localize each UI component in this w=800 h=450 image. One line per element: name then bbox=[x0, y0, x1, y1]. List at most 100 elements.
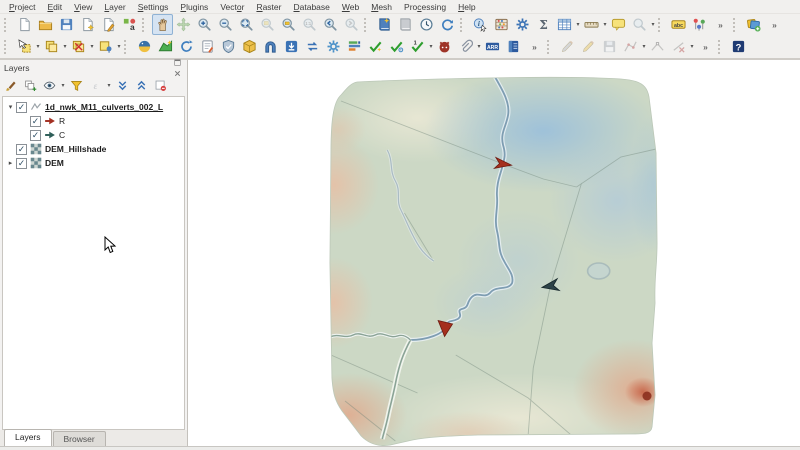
layer-labeling-button[interactable]: abc bbox=[668, 14, 689, 35]
open-layer-styling-button[interactable] bbox=[3, 77, 20, 94]
2d-integrity-check-button[interactable] bbox=[386, 36, 407, 57]
layer-diagram-button[interactable] bbox=[689, 14, 710, 35]
select-by-expression-button[interactable] bbox=[95, 36, 116, 57]
layer-row-1d-nwk-m11-culverts-002-l[interactable]: ▾ ✓ 1d_nwk_M11_culverts_002_L bbox=[3, 100, 184, 114]
layer-row-dem-hillshade[interactable]: ✓ DEM_Hillshade bbox=[3, 142, 184, 156]
python-console-button[interactable] bbox=[134, 36, 155, 57]
manage-map-themes-dropdown[interactable]: ▾ bbox=[60, 82, 66, 89]
show-spatial-bookmarks-button[interactable] bbox=[395, 14, 416, 35]
layer-row-dem[interactable]: ▸ ✓ DEM bbox=[3, 156, 184, 170]
field-calculator-button[interactable] bbox=[491, 14, 512, 35]
layout-manager-button[interactable] bbox=[98, 14, 119, 35]
menu-view[interactable]: View bbox=[69, 1, 97, 13]
menu-project[interactable]: Project bbox=[4, 1, 40, 13]
toolbar-handle[interactable] bbox=[124, 39, 131, 54]
layer-label[interactable]: 1d_nwk_M11_culverts_002_L bbox=[45, 102, 163, 112]
package-model-button[interactable] bbox=[239, 36, 260, 57]
filter-by-expression-dropdown[interactable]: ▾ bbox=[106, 82, 112, 89]
toolbar-handle[interactable] bbox=[4, 39, 11, 54]
measure-line-button[interactable] bbox=[581, 14, 602, 35]
increment-selected-layer-button[interactable] bbox=[155, 36, 176, 57]
style-manager-button[interactable]: a bbox=[119, 14, 140, 35]
load-tuflow-results-button[interactable] bbox=[281, 36, 302, 57]
toolbar-handle[interactable] bbox=[547, 39, 554, 54]
statistical-summary-button[interactable]: Σ bbox=[533, 14, 554, 35]
collapse-all-button[interactable] bbox=[133, 77, 150, 94]
select-features-button[interactable] bbox=[14, 36, 35, 57]
remove-layer-button[interactable] bbox=[152, 77, 169, 94]
select-by-expression-dropdown[interactable]: ▾ bbox=[116, 43, 122, 50]
toolbar-handle[interactable] bbox=[658, 17, 665, 32]
panel-tab-browser[interactable]: Browser bbox=[52, 431, 106, 446]
toolbar-overflow-1[interactable]: » bbox=[710, 14, 731, 35]
layer-row-c[interactable]: ✓ C bbox=[3, 128, 184, 142]
zoom-full-extent-button[interactable] bbox=[236, 14, 257, 35]
project-save-button[interactable] bbox=[56, 14, 77, 35]
zoom-native-button[interactable]: 1:1 bbox=[299, 14, 320, 35]
layer-label[interactable]: DEM bbox=[45, 158, 64, 168]
add-line-feature-button[interactable] bbox=[620, 36, 641, 57]
layer-checkbox[interactable]: ✓ bbox=[30, 129, 41, 141]
toolbar-handle[interactable] bbox=[718, 39, 725, 54]
select-features-by-value-button[interactable] bbox=[41, 36, 62, 57]
save-layer-edits-button[interactable] bbox=[599, 36, 620, 57]
layer-row-r[interactable]: ✓ R bbox=[3, 114, 184, 128]
toolbar-handle[interactable] bbox=[364, 17, 371, 32]
arr-to-tuflow-button[interactable]: ARR bbox=[482, 36, 503, 57]
zoom-out-button[interactable] bbox=[215, 14, 236, 35]
1d-integrity-check-button[interactable] bbox=[365, 36, 386, 57]
processing-toolbox-button[interactable] bbox=[512, 14, 533, 35]
layer-checkbox[interactable]: ✓ bbox=[30, 115, 41, 127]
menu-raster[interactable]: Raster bbox=[251, 1, 286, 13]
new-spatial-bookmark-button[interactable] bbox=[374, 14, 395, 35]
pan-to-selection-button[interactable] bbox=[173, 14, 194, 35]
map-tips-button[interactable] bbox=[608, 14, 629, 35]
menu-edit[interactable]: Edit bbox=[42, 1, 67, 13]
current-edits-button[interactable] bbox=[557, 36, 578, 57]
run-tuflow-button[interactable] bbox=[323, 36, 344, 57]
identify-features-button[interactable]: i bbox=[470, 14, 491, 35]
map-canvas[interactable] bbox=[188, 60, 800, 446]
zoom-to-layer-button[interactable] bbox=[278, 14, 299, 35]
tuflow-utilities-button[interactable] bbox=[344, 36, 365, 57]
toolbar-overflow-3[interactable]: » bbox=[524, 36, 545, 57]
layer-label[interactable]: R bbox=[59, 116, 65, 126]
menu-help[interactable]: Help bbox=[453, 1, 480, 13]
project-open-button[interactable] bbox=[35, 14, 56, 35]
menu-layer[interactable]: Layer bbox=[99, 1, 130, 13]
menu-web[interactable]: Web bbox=[337, 1, 364, 13]
attachments-button[interactable] bbox=[455, 36, 476, 57]
expand-all-button[interactable] bbox=[114, 77, 131, 94]
zoom-in-button[interactable] bbox=[194, 14, 215, 35]
toolbar-handle[interactable] bbox=[4, 17, 11, 32]
data-source-manager-button[interactable] bbox=[743, 14, 764, 35]
layer-checkbox[interactable]: ✓ bbox=[16, 143, 27, 155]
filter-legend-button[interactable] bbox=[68, 77, 85, 94]
tuflow-viewer-button[interactable] bbox=[434, 36, 455, 57]
view-simulation-log-button[interactable] bbox=[503, 36, 524, 57]
nominatim-search-dropdown[interactable]: ▾ bbox=[650, 21, 656, 28]
project-new-button[interactable] bbox=[14, 14, 35, 35]
temporal-controller-button[interactable] bbox=[416, 14, 437, 35]
menu-plugins[interactable]: Plugins bbox=[175, 1, 213, 13]
delete-selected-button[interactable] bbox=[668, 36, 689, 57]
toolbar-overflow-4[interactable]: » bbox=[695, 36, 716, 57]
nominatim-search-button[interactable] bbox=[629, 14, 650, 35]
layer-label[interactable]: C bbox=[59, 130, 65, 140]
layer-checkbox[interactable]: ✓ bbox=[16, 101, 27, 113]
menu-vector[interactable]: Vector bbox=[215, 1, 249, 13]
layer-checkbox[interactable]: ✓ bbox=[16, 157, 27, 169]
pan-map-button[interactable] bbox=[152, 14, 173, 35]
add-group-button[interactable] bbox=[22, 77, 39, 94]
toggle-editing-button[interactable] bbox=[578, 36, 599, 57]
filter-by-expression-button[interactable]: ε bbox=[87, 77, 104, 94]
reload-data-button[interactable] bbox=[176, 36, 197, 57]
swap-modelled-layers-button[interactable] bbox=[302, 36, 323, 57]
zoom-last-button[interactable] bbox=[320, 14, 341, 35]
float-panel-button[interactable] bbox=[172, 57, 183, 68]
run-integrity-tool-button[interactable]: 1 bbox=[407, 36, 428, 57]
layer-label[interactable]: DEM_Hillshade bbox=[45, 144, 106, 154]
menu-mesh[interactable]: Mesh bbox=[366, 1, 397, 13]
layer-expander[interactable]: ▸ bbox=[6, 159, 15, 167]
open-attribute-table-button[interactable] bbox=[554, 14, 575, 35]
